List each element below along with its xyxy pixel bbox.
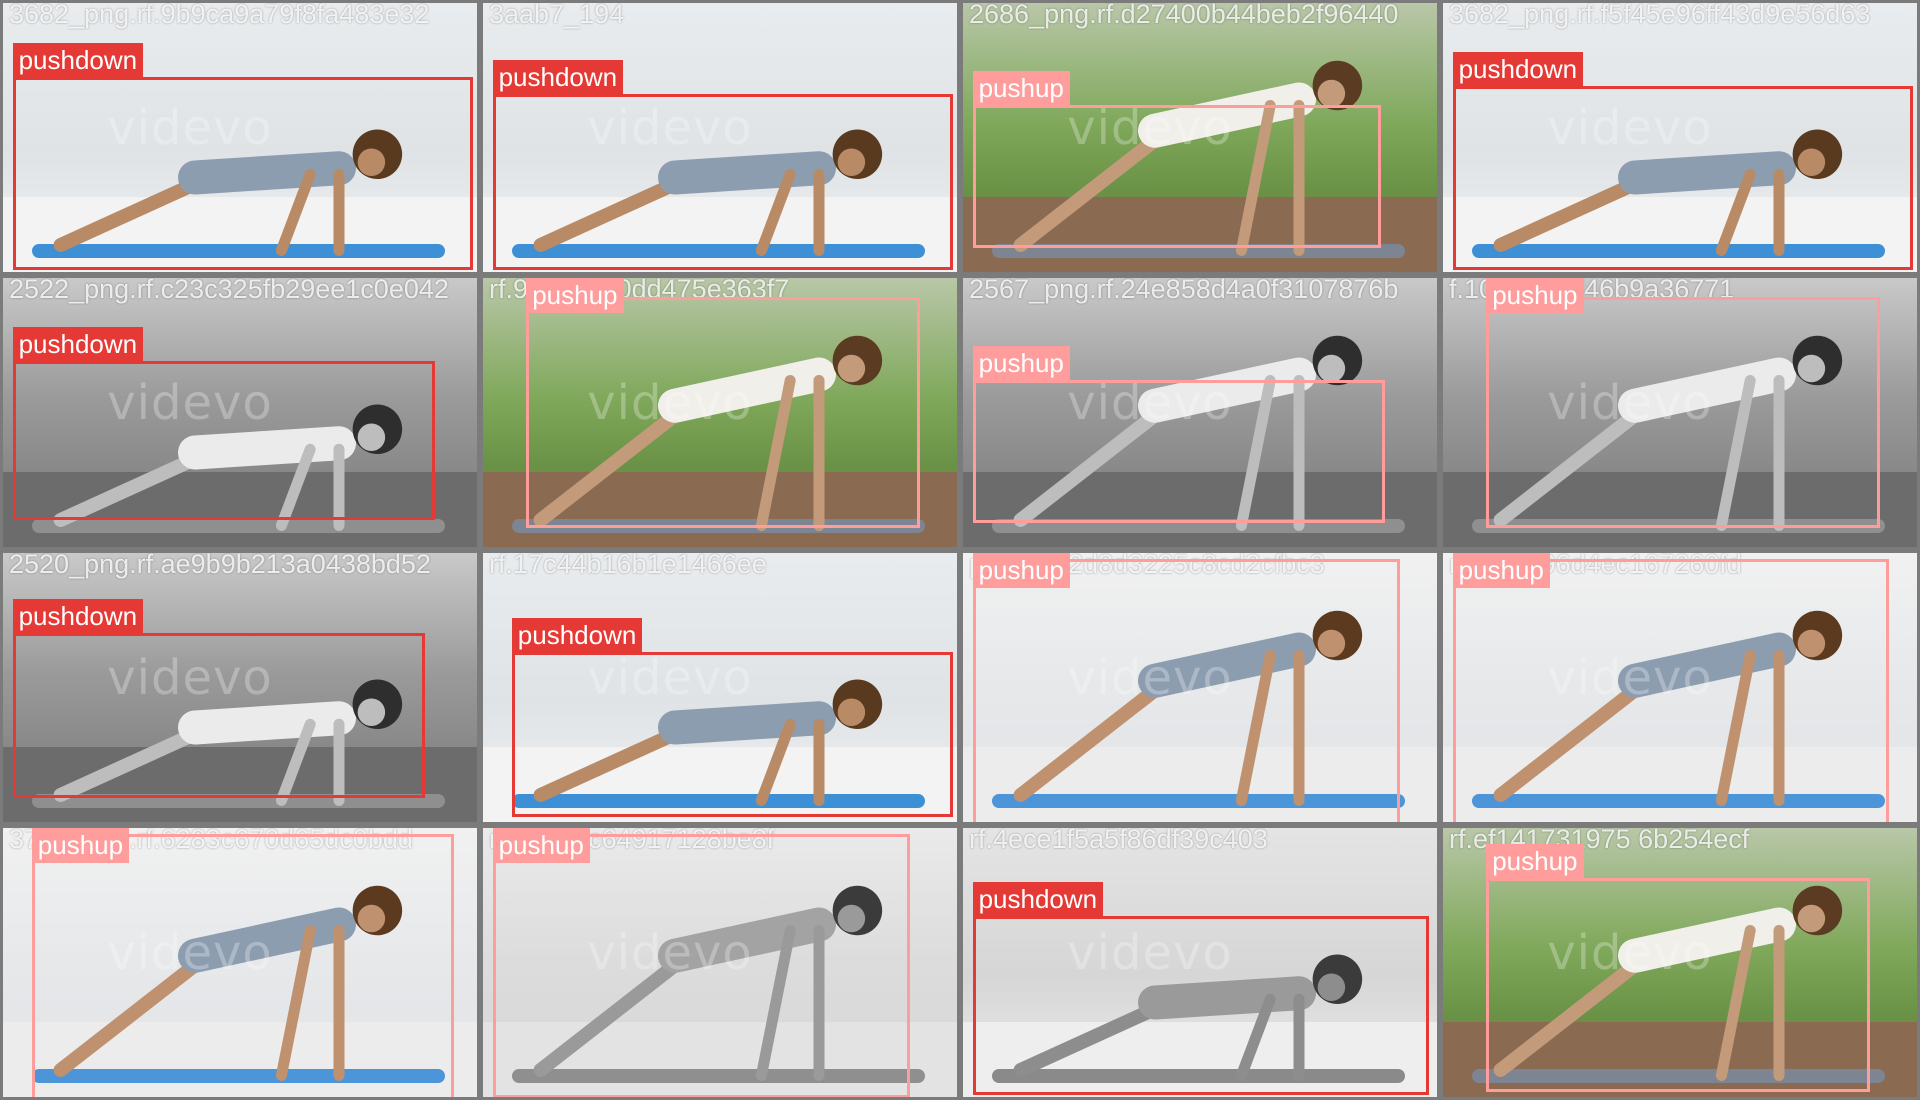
grid-tile[interactable]: videvo rf.b8f6996d4ec167260fd pushup [1440,550,1920,825]
class-label-pushup: pushup [972,70,1070,106]
grid-tile[interactable]: videvo f.102f542bf46b9a36771 pushup [1440,275,1920,550]
filename-label: 3682_png.rf.f5f45e96ff43d9e56d63 [1449,0,1871,29]
filename-label: 3aab7_194 [489,0,625,29]
class-label-pushup: pushup [1486,278,1584,313]
class-label-pushdown: pushdown [12,598,144,634]
grid-tile[interactable]: videvo 3aab7_194 pushdown [480,0,960,275]
grid-tile[interactable]: videvo rf.b1a65c64917128be8f pushup [480,825,960,1100]
class-label-pushup: pushup [972,345,1070,381]
class-label-pushup: pushup [972,553,1070,588]
bounding-box-pushup [972,104,1381,248]
filename-label: 3682_png.rf.9b9ca9a79f8fa483e32 [9,0,430,29]
bounding-box-pushup [972,379,1386,523]
bounding-box-pushup [1486,297,1880,529]
image-grid: videvo 3682_png.rf.9b9ca9a79f8fa483e32 pus… [0,0,1920,1100]
bounding-box-pushup [1486,877,1871,1092]
class-label-pushup: pushup [1486,843,1584,879]
grid-tile[interactable]: videvo rf.942c2660dd475e363f7 pushup [480,275,960,550]
bounding-box-pushdown [972,916,1429,1095]
bounding-box-pushup [972,558,1400,822]
class-label-pushdown: pushdown [511,618,643,653]
bounding-box-pushup [492,833,911,1097]
class-label-pushup: pushup [526,278,624,313]
grid-tile[interactable]: videvo 2520_png.rf.ae9b9b213a0438bd52 push… [0,550,480,825]
bounding-box-pushup [1452,558,1890,822]
bounding-box-pushup [31,833,455,1097]
grid-tile[interactable]: videvo 3761_png.rf.6283c670d65dc0bdd pushu… [0,825,480,1100]
filename-label: rf.4ece1f5a5f86df39c403 [969,825,1268,854]
grid-tile[interactable]: videvo 2567_png.rf.24e858d4a0f3107876b pus… [960,275,1440,550]
filename-label: 2567_png.rf.24e858d4a0f3107876b [969,275,1399,304]
bounding-box-pushdown [12,632,426,798]
bounding-box-pushdown [12,360,435,520]
grid-tile[interactable]: videvo 3682_png.rf.f5f45e96ff43d9e56d63 pu… [1440,0,1920,275]
grid-tile[interactable]: videvo 3682_png.rf.9b9ca9a79f8fa483e32 pus… [0,0,480,275]
grid-tile[interactable]: videvo png.rf.f32d8d3225c8cd2cfbc3 pushup [960,550,1440,825]
filename-label: 2686_png.rf.d27400b44beb2f96440 [969,0,1399,29]
grid-tile[interactable]: videvo rf.17c44b16b1e1466ee pushdown [480,550,960,825]
class-label-pushdown: pushdown [492,59,624,95]
class-label-pushup: pushup [492,828,590,863]
class-label-pushup: pushup [31,828,130,863]
class-label-pushup: pushup [1452,553,1550,588]
grid-tile[interactable]: videvo 2522_png.rf.c23c325fb29ee1c0e042 pu… [0,275,480,550]
grid-tile[interactable]: videvo rf.4ece1f5a5f86df39c403 pushdown [960,825,1440,1100]
class-label-pushdown: pushdown [12,326,144,362]
bounding-box-pushdown [1452,85,1914,270]
class-label-pushdown: pushdown [1452,51,1584,87]
bounding-box-pushdown [492,93,954,270]
grid-tile[interactable]: videvo 2686_png.rf.d27400b44beb2f96440 pus… [960,0,1440,275]
class-label-pushdown: pushdown [972,882,1104,917]
filename-label: 2520_png.rf.ae9b9b213a0438bd52 [9,550,431,579]
class-label-pushdown: pushdown [12,43,144,79]
bounding-box-pushdown [511,652,954,817]
filename-label: rf.17c44b16b1e1466ee [489,550,767,579]
bounding-box-pushup [526,297,920,529]
filename-label: 2522_png.rf.c23c325fb29ee1c0e042 [9,275,449,304]
bounding-box-pushdown [12,77,474,270]
grid-tile[interactable]: videvo rf.ef141731975 6b254ecf pushup [1440,825,1920,1100]
